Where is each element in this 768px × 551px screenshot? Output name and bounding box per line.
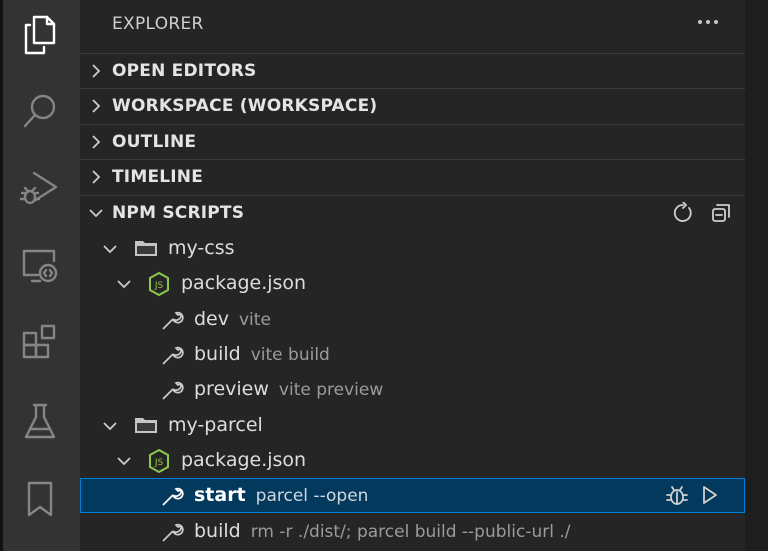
section-label: WORKSPACE (WORKSPACE) [112, 96, 378, 116]
chevron-down-icon [116, 276, 132, 296]
nodejs-icon: JS [147, 448, 171, 478]
section-label: NPM SCRIPTS [112, 203, 245, 223]
nodejs-icon: JS [147, 271, 171, 301]
section-workspace[interactable]: WORKSPACE (WORKSPACE) [80, 88, 745, 123]
svg-text:JS: JS [154, 281, 164, 291]
chevron-down-icon [88, 205, 104, 225]
script-item-build[interactable]: build vite build [80, 337, 745, 372]
tree-folder-my-parcel[interactable]: my-parcel [80, 408, 745, 443]
chevron-right-icon [88, 98, 104, 118]
wrench-icon [160, 520, 184, 548]
script-command: parcel --open [255, 486, 369, 506]
script-command: vite preview [278, 380, 384, 400]
chevron-right-icon [88, 134, 104, 154]
file-label: package.json [181, 449, 307, 471]
wrench-icon [160, 308, 184, 336]
script-name: preview [194, 378, 269, 400]
script-item-preview[interactable]: preview vite preview [80, 372, 745, 407]
folder-label: my-css [168, 237, 235, 259]
run-debug-icon[interactable] [0, 152, 80, 222]
wrench-icon [160, 484, 184, 512]
section-label: OUTLINE [112, 132, 197, 152]
collapse-all-icon[interactable] [708, 200, 734, 226]
explorer-title: EXPLORER [112, 14, 204, 34]
run-script-icon[interactable] [696, 482, 722, 508]
explorer-sidebar: EXPLORER OPEN EDITORS WORKSPACE (WORKSPA… [80, 0, 745, 551]
tree-package-json[interactable]: JS package.json [80, 443, 745, 478]
search-icon[interactable] [0, 76, 80, 146]
folder-icon [134, 416, 158, 438]
script-name: start [194, 484, 246, 506]
chevron-down-icon [102, 241, 118, 261]
chevron-down-icon [102, 418, 118, 438]
script-command: rm -r ./dist/; parcel build --public-url… [250, 522, 571, 542]
file-label: package.json [181, 272, 307, 294]
section-outline[interactable]: OUTLINE [80, 124, 745, 159]
section-timeline[interactable]: TIMELINE [80, 159, 745, 194]
editor-area-edge [745, 0, 768, 551]
script-name: build [194, 343, 241, 365]
debug-script-icon[interactable] [664, 482, 690, 508]
more-actions-icon[interactable] [692, 6, 724, 38]
svg-text:JS: JS [154, 458, 164, 468]
wrench-icon [160, 378, 184, 406]
wrench-icon [160, 343, 184, 371]
bookmarks-icon[interactable] [0, 464, 80, 534]
script-name: build [194, 520, 241, 542]
section-npm-scripts[interactable]: NPM SCRIPTS [80, 195, 745, 230]
script-item-build[interactable]: build rm -r ./dist/; parcel build --publi… [80, 514, 745, 549]
script-item-start[interactable]: start parcel --open [80, 478, 745, 513]
refresh-icon[interactable] [670, 200, 696, 226]
chevron-right-icon [88, 169, 104, 189]
testing-icon[interactable] [0, 386, 80, 456]
script-command: vite build [250, 345, 330, 365]
tree-package-json[interactable]: JS package.json [80, 266, 745, 301]
extensions-icon[interactable] [0, 308, 80, 378]
explorer-icon[interactable] [0, 0, 80, 70]
activity-bar [0, 0, 80, 551]
section-label: TIMELINE [112, 167, 204, 187]
folder-icon [134, 239, 158, 261]
section-label: OPEN EDITORS [112, 61, 257, 81]
chevron-right-icon [88, 63, 104, 83]
folder-label: my-parcel [168, 414, 263, 436]
script-name: dev [194, 308, 229, 330]
script-command: vite [239, 310, 271, 330]
tree-folder-my-css[interactable]: my-css [80, 231, 745, 266]
chevron-down-icon [116, 453, 132, 473]
remote-explorer-icon[interactable] [0, 230, 80, 300]
section-open-editors[interactable]: OPEN EDITORS [80, 53, 745, 88]
script-item-dev[interactable]: dev vite [80, 302, 745, 337]
